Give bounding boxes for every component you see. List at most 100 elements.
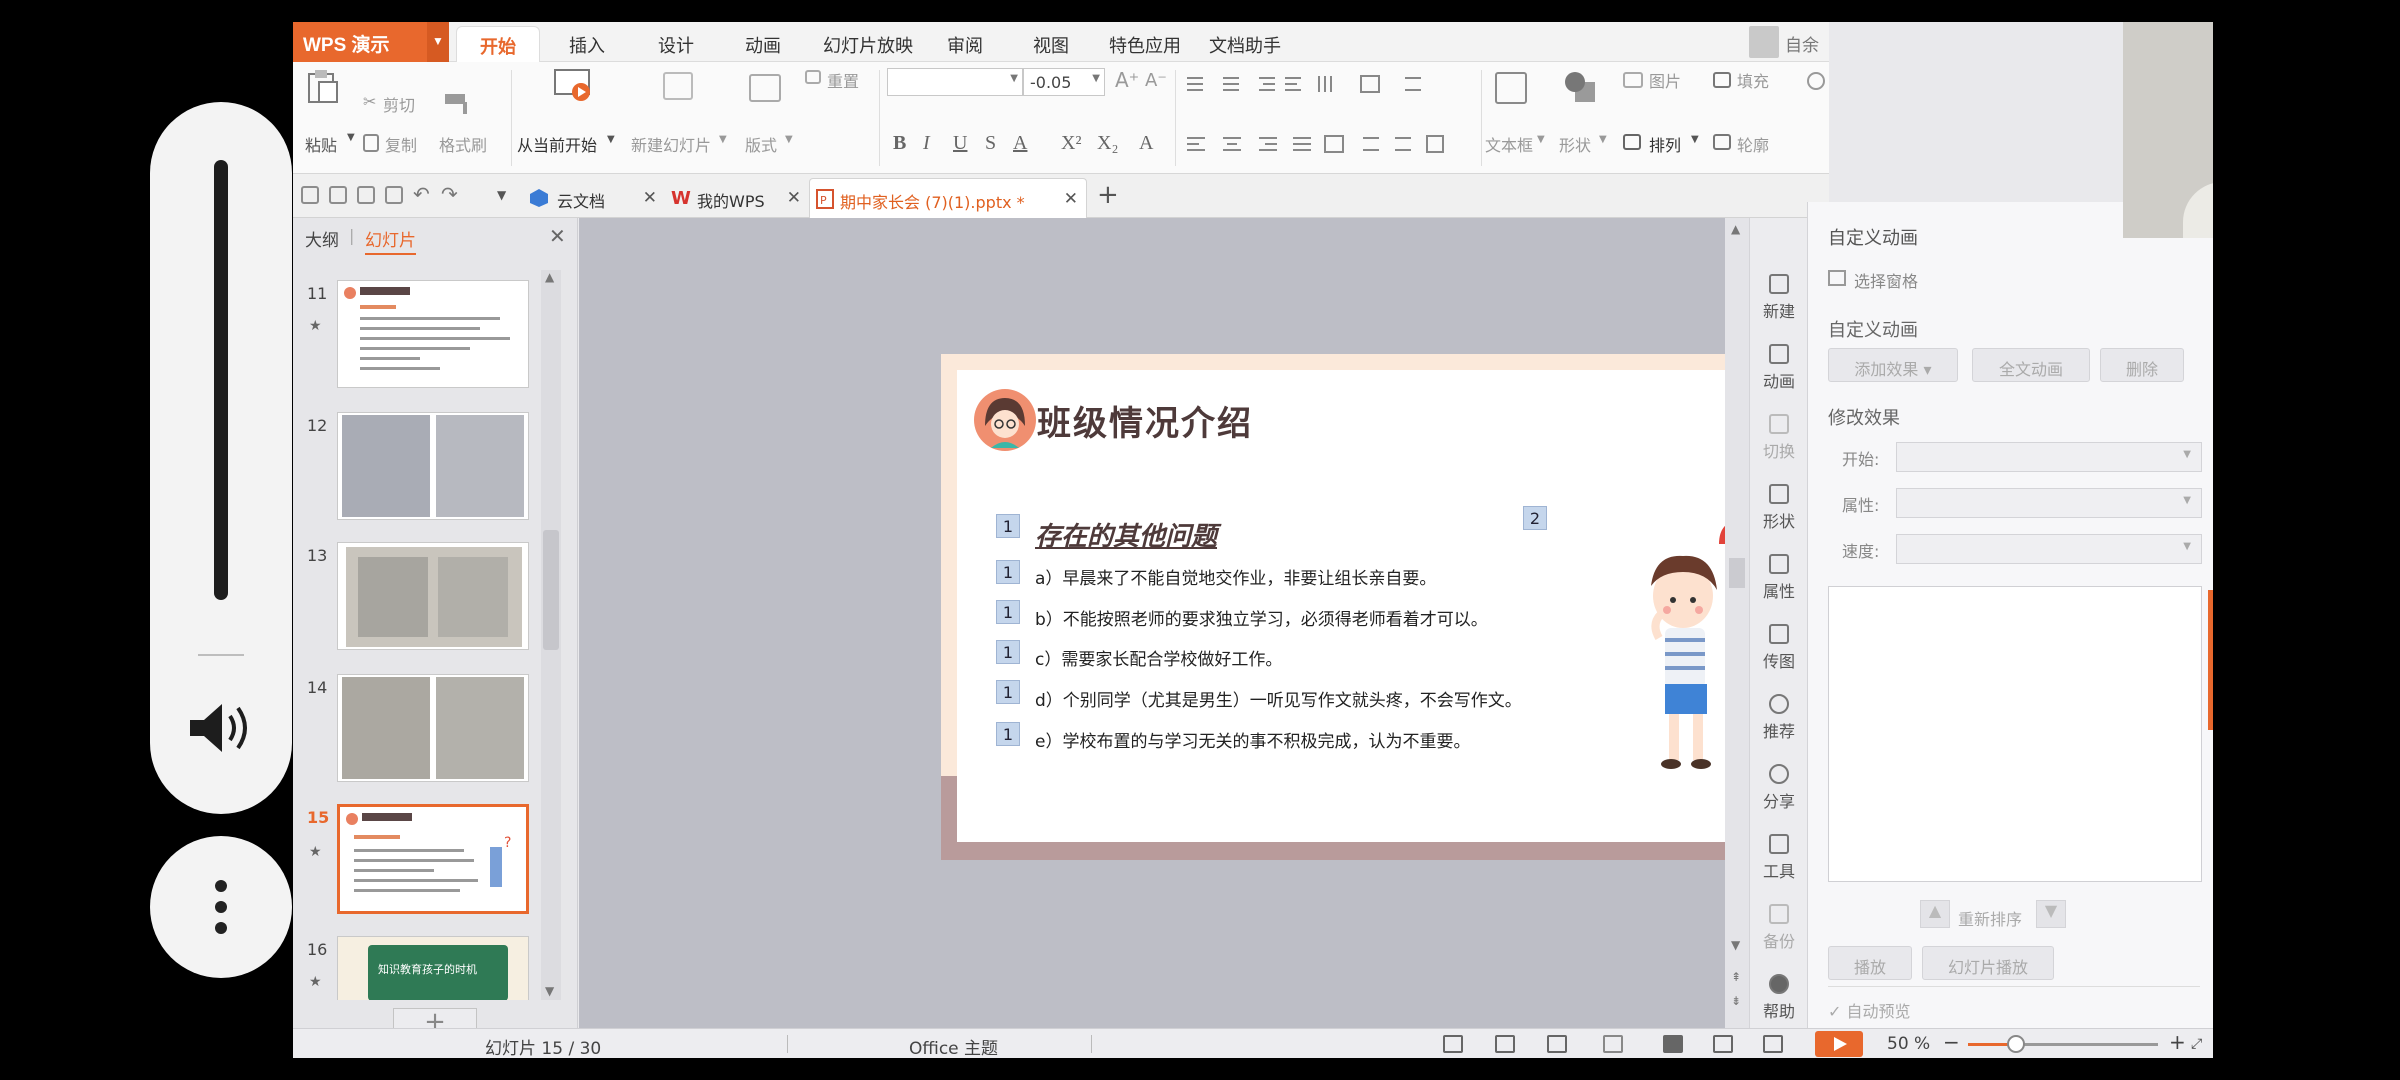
bullet-text[interactable]: c）需要家长配合学校做好工作。 — [1035, 645, 1282, 670]
chevron-down-icon[interactable]: ▼ — [785, 134, 793, 145]
print-icon[interactable] — [357, 186, 375, 204]
animation-order-tag[interactable]: 2 — [1523, 506, 1547, 530]
animation-list[interactable] — [1828, 586, 2202, 882]
selection-pane-link[interactable]: 选择窗格 — [1854, 268, 1918, 292]
next-slide-icon[interactable]: ⇟ — [1731, 994, 1741, 1008]
tab-view[interactable]: 视图 — [1033, 32, 1069, 58]
close-icon[interactable]: ✕ — [1064, 189, 1078, 209]
start-select[interactable]: ▼ — [1896, 442, 2202, 472]
paste-icon[interactable] — [305, 68, 341, 106]
add-tab-icon[interactable]: + — [1097, 180, 1119, 210]
speed-select[interactable]: ▼ — [1896, 534, 2202, 564]
scroll-up-icon[interactable]: ▲ — [1731, 222, 1740, 236]
side-share-button[interactable]: 分享 — [1750, 756, 1808, 820]
zoom-out-icon[interactable]: − — [1943, 1030, 1960, 1054]
italic-button[interactable]: I — [923, 132, 930, 155]
tab-special-apps[interactable]: 特色应用 — [1109, 32, 1181, 58]
slide-thumbnail-16[interactable]: 知识教育孩子的时机 — [337, 936, 529, 1000]
close-icon[interactable]: ✕ — [549, 224, 566, 248]
print-preview-icon[interactable] — [385, 186, 403, 204]
zoom-in-icon[interactable]: + — [2169, 1030, 2186, 1054]
auto-preview-checkbox[interactable]: ✓ 自动预览 — [1828, 998, 1911, 1022]
underline-button[interactable]: U — [953, 132, 967, 155]
tab-outline[interactable]: 大纲 — [305, 226, 339, 251]
tab-doc-assistant[interactable]: 文档助手 — [1209, 32, 1281, 58]
canvas-scrollbar[interactable]: ▲ ▼ ⇞ ⇟ — [1725, 218, 1749, 1028]
more-options-button[interactable] — [150, 836, 292, 978]
side-transition-button[interactable]: 切换 — [1750, 406, 1808, 470]
slide-sorter-icon[interactable] — [1713, 1035, 1733, 1053]
tab-insert[interactable]: 插入 — [569, 32, 605, 58]
scroll-up-icon[interactable]: ▲ — [545, 270, 554, 284]
tab-animation[interactable]: 动画 — [745, 32, 781, 58]
tab-review[interactable]: 审阅 — [947, 32, 983, 58]
redo-icon[interactable]: ↷ — [441, 182, 458, 206]
font-size-select[interactable]: -0.05 ▼ — [1023, 68, 1105, 96]
next-icon[interactable] — [1547, 1035, 1567, 1053]
slideshow-button[interactable]: 幻灯片播放 — [1922, 946, 2054, 980]
volume-slider[interactable] — [214, 160, 228, 600]
tab-design[interactable]: 设计 — [658, 32, 694, 58]
subscript-button[interactable]: X₂ — [1097, 132, 1118, 155]
shape-button[interactable]: 形状 — [1559, 132, 1591, 156]
chevron-down-icon[interactable]: ▼ — [427, 22, 449, 62]
scroll-thumb[interactable] — [543, 530, 559, 650]
full-animation-button[interactable]: 全文动画 — [1972, 348, 2090, 382]
bullet-text[interactable]: b）不能按照老师的要求独立学习，必须得老师看着才可以。 — [1035, 605, 1488, 630]
scroll-down-icon[interactable]: ▼ — [1731, 938, 1740, 952]
reset-button[interactable]: 重置 — [827, 68, 859, 92]
slideshow-play-button[interactable] — [1815, 1031, 1863, 1057]
chevron-down-icon[interactable]: ▼ — [1537, 134, 1545, 145]
tab-cloud-docs[interactable]: 云文档 ✕ — [529, 178, 657, 218]
side-properties-button[interactable]: 属性 — [1750, 546, 1808, 610]
add-effect-button[interactable]: 添加效果 ▾ — [1828, 348, 1958, 382]
animation-order-tag[interactable]: 1 — [996, 560, 1020, 584]
chevron-down-icon[interactable]: ▼ — [497, 188, 506, 202]
paste-button[interactable]: 粘贴 — [305, 132, 337, 156]
tab-slideshow[interactable]: 幻灯片放映 — [823, 32, 913, 58]
slide-thumbnail-12[interactable] — [337, 412, 529, 520]
slide-thumbnail-11[interactable] — [337, 280, 529, 388]
scroll-thumb[interactable] — [1729, 558, 1745, 588]
chevron-down-icon[interactable]: ▼ — [607, 134, 615, 145]
slide-canvas[interactable]: 班级情况介绍 1 2 存在的其他问题 1 a）早晨来了不能自觉地交作业，非要让组… — [579, 218, 1841, 1028]
slide-title[interactable]: 班级情况介绍 — [1037, 396, 1253, 445]
outline-button[interactable]: 轮廓 — [1737, 132, 1769, 156]
thumbnail-scrollbar[interactable]: ▲ ▼ — [541, 270, 561, 1000]
animation-order-tag[interactable]: 1 — [996, 514, 1020, 538]
zoom-knob[interactable] — [2006, 1035, 2025, 1053]
chevron-down-icon[interactable]: ▼ — [719, 134, 727, 145]
pane-collapse-handle[interactable] — [2208, 590, 2213, 730]
reading-view-icon[interactable] — [1763, 1035, 1783, 1053]
move-up-icon[interactable]: ▲ — [1920, 900, 1950, 928]
scroll-down-icon[interactable]: ▼ — [545, 984, 554, 998]
close-icon[interactable]: ✕ — [787, 188, 801, 208]
new-slide-button[interactable]: 新建幻灯片 — [631, 132, 711, 156]
side-tools-button[interactable]: 工具 — [1750, 826, 1808, 890]
undo-icon[interactable]: ↶ — [413, 182, 430, 206]
property-select[interactable]: ▼ — [1896, 488, 2202, 518]
side-upload-image-button[interactable]: 传图 — [1750, 616, 1808, 680]
play-preview-button[interactable]: 播放 — [1828, 946, 1912, 980]
bullet-text[interactable]: a）早晨来了不能自觉地交作业，非要让组长亲自要。 — [1035, 564, 1436, 589]
view-options-icon[interactable] — [1603, 1035, 1623, 1053]
close-icon[interactable]: ✕ — [643, 188, 657, 208]
clear-format-icon[interactable]: A — [1139, 132, 1153, 155]
user-account[interactable]: 自余 — [1749, 22, 1829, 62]
fill-button[interactable]: 填充 — [1737, 68, 1769, 92]
from-current-button[interactable]: 从当前开始 — [517, 132, 597, 156]
copy-button[interactable]: 复制 — [385, 132, 417, 156]
animation-order-tag[interactable]: 1 — [996, 640, 1020, 664]
strike-button[interactable]: S — [985, 132, 996, 155]
volume-panel[interactable] — [150, 102, 292, 814]
chevron-down-icon[interactable]: ▼ — [1691, 134, 1699, 145]
slide-subtitle[interactable]: 存在的其他问题 — [1035, 516, 1217, 553]
textbox-button[interactable]: 文本框 — [1485, 132, 1533, 156]
tab-my-wps[interactable]: W 我的WPS ✕ — [671, 178, 801, 218]
cut-button[interactable]: 剪切 — [383, 92, 415, 116]
prev-icon[interactable] — [1443, 1035, 1463, 1053]
delete-button[interactable]: 删除 — [2100, 348, 2184, 382]
save-icon[interactable] — [329, 186, 347, 204]
side-backup-button[interactable]: 备份 — [1750, 896, 1808, 960]
superscript-button[interactable]: X² — [1061, 132, 1081, 155]
